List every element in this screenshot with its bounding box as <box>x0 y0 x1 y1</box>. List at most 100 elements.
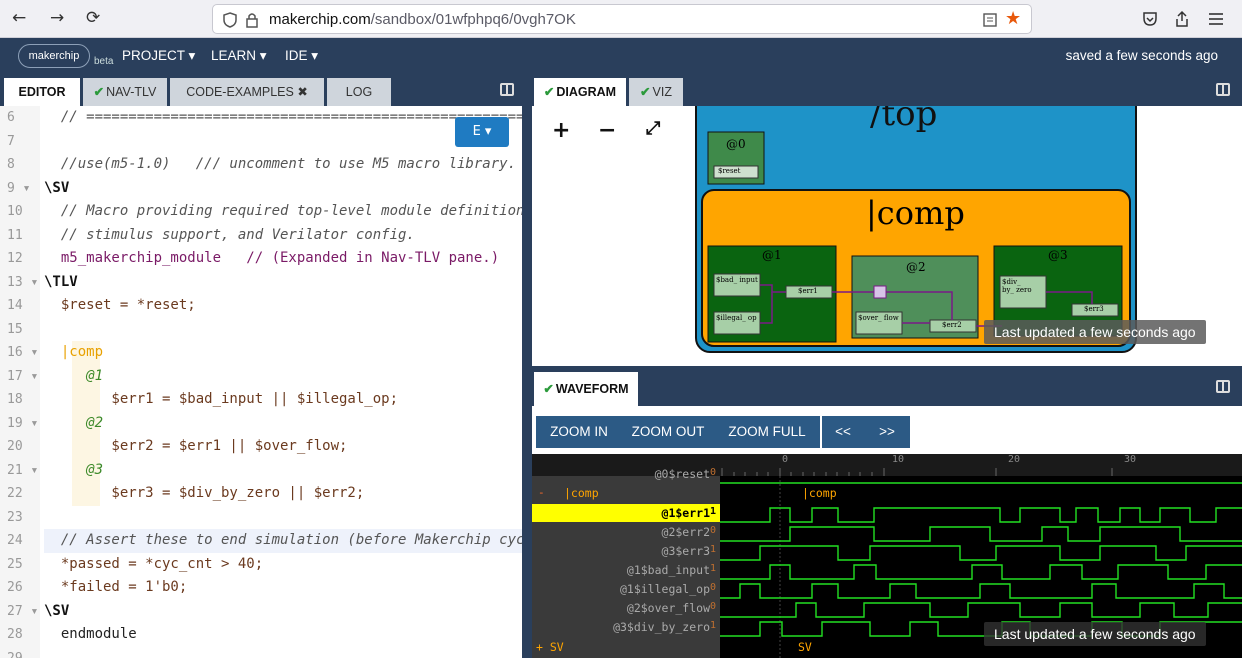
signal-name[interactable]: @1$err1 <box>662 506 710 520</box>
stage1-label: @1 <box>762 248 782 262</box>
line-number: 24 <box>0 529 40 553</box>
line-number: 29 <box>0 646 40 658</box>
check-icon: ✔ <box>93 85 105 99</box>
menu-ide[interactable]: IDE ▾ <box>285 48 318 64</box>
stage3-label: @3 <box>1048 248 1068 262</box>
url-bar[interactable]: makerchip.com/sandbox/01wfphpq6/0vgh7OK … <box>212 4 1032 34</box>
tab-log[interactable]: LOG <box>327 78 391 106</box>
code-line: $reset = *reset; <box>44 297 196 313</box>
line-number: 19 ▾ <box>0 411 40 435</box>
code-line: endmodule <box>44 626 137 642</box>
code-line: @2 <box>44 414 104 431</box>
hamburger-menu-icon[interactable] <box>1208 12 1224 26</box>
bookmark-star-icon[interactable]: ★ <box>1005 8 1021 29</box>
top-label: /top <box>870 106 938 134</box>
shield-icon <box>223 12 237 28</box>
editor-tabbar: EDITOR ✔ NAV-TLV CODE-EXAMPLES ✖ LOG <box>0 74 526 106</box>
code-line: @3 <box>44 461 104 478</box>
scroll-right-button[interactable]: >> <box>864 416 910 448</box>
signal-value: 0 <box>710 467 717 478</box>
code-line: $err2 = $err1 || $over_flow; <box>44 438 348 454</box>
back-icon[interactable]: ← <box>12 8 26 28</box>
reader-view-icon[interactable] <box>983 13 997 27</box>
pocket-icon[interactable] <box>1142 11 1158 27</box>
check-icon: ✔ <box>640 85 651 99</box>
code-line: // Macro providing required top-level mo… <box>60 203 522 219</box>
line-number: 20 <box>0 435 40 459</box>
forward-icon[interactable]: → <box>50 8 64 28</box>
zoom-full-button[interactable]: ZOOM FULL <box>714 416 820 448</box>
pane-divider[interactable] <box>522 74 532 658</box>
code-line: \SV <box>44 602 70 619</box>
line-number: 22 <box>0 482 40 506</box>
line-number: 27 ▾ <box>0 599 40 623</box>
pane-layout-icon[interactable] <box>1216 380 1230 393</box>
scroll-left-button[interactable]: << <box>822 416 864 448</box>
line-number: 12 <box>0 247 40 271</box>
line-number: 28 <box>0 623 40 647</box>
code-line: // stimulus support, and Verilator confi… <box>44 226 415 243</box>
editor-options-button[interactable]: E ▾ <box>455 117 509 147</box>
signal-value: 1 <box>710 506 717 517</box>
makerchip-logo[interactable]: makerchip <box>18 44 90 68</box>
comp-label: |comp <box>866 194 965 232</box>
app-menubar: makerchip beta PROJECT ▾ LEARN ▾ IDE ▾ s… <box>0 38 1242 74</box>
browser-toolbar: ← → ⟳ makerchip.com/sandbox/01wfphpq6/0v… <box>0 0 1242 38</box>
wave-over-flow <box>720 602 1242 618</box>
signal-name[interactable]: @2$over_flow <box>627 601 710 615</box>
menu-project[interactable]: PROJECT ▾ <box>122 48 195 64</box>
tab-viz[interactable]: ✔ VIZ <box>629 78 683 106</box>
tab-nav-tlv[interactable]: ✔ NAV-TLV <box>83 78 167 106</box>
tab-code-examples[interactable]: CODE-EXAMPLES ✖ <box>170 78 324 106</box>
signal-name[interactable]: @2$err2 <box>662 525 710 539</box>
tab-diagram[interactable]: ✔ DIAGRAM <box>534 78 626 106</box>
reload-icon[interactable]: ⟳ <box>86 8 100 28</box>
url-text: makerchip.com/sandbox/01wfphpq6/0vgh7OK <box>269 11 576 28</box>
illegal-op-label: $illegal_ op <box>716 314 757 322</box>
signal-name[interactable]: @1$illegal_op <box>620 582 710 596</box>
over-flow-label: $over_ flow <box>858 314 899 322</box>
pane-layout-icon[interactable] <box>500 83 514 96</box>
line-number: 7 <box>0 129 40 153</box>
scope-sv-label[interactable]: + SV <box>536 640 564 654</box>
code-line: // =====================================… <box>44 109 522 125</box>
signal-value: 0 <box>710 525 717 536</box>
err2-label: $err2 <box>942 321 962 329</box>
tab-editor[interactable]: EDITOR <box>4 78 80 106</box>
signal-name[interactable]: @0$reset <box>655 467 710 481</box>
line-number: 11 <box>0 223 40 247</box>
code-editor[interactable]: 6 // ===================================… <box>0 106 522 658</box>
pipe-flop-1 <box>873 285 887 299</box>
share-icon[interactable] <box>1174 10 1190 28</box>
bad-input-label: $bad_ input <box>716 276 758 284</box>
code-line: // Assert these to end simulation (befor… <box>60 532 522 548</box>
waveform-update-toast: Last updated a few seconds ago <box>984 622 1206 646</box>
diagram-view[interactable]: + − ⤢ /top @0 $reset |comp @1 @2 @3 $bad… <box>532 106 1242 366</box>
zoom-out-button[interactable]: ZOOM OUT <box>622 416 714 448</box>
diagram-tabbar: ✔ DIAGRAM ✔ VIZ <box>532 74 1242 106</box>
signal-value: 0 <box>710 601 717 612</box>
wave-err2 <box>720 526 1242 542</box>
line-number: 14 <box>0 294 40 318</box>
line-number: 21 ▾ <box>0 458 40 482</box>
diagram-update-toast: Last updated a few seconds ago <box>984 320 1206 344</box>
menu-learn[interactable]: LEARN ▾ <box>211 48 267 64</box>
signal-name[interactable]: @3$err3 <box>662 544 710 558</box>
line-number: 13 ▾ <box>0 270 40 294</box>
pane-layout-icon[interactable] <box>1216 83 1230 96</box>
signal-name[interactable]: @1$bad_input <box>627 563 710 577</box>
code-line: *passed = *cyc_cnt > 40; <box>44 555 264 572</box>
line-number: 16 ▾ <box>0 341 40 365</box>
signal-name[interactable]: @3$div_by_zero <box>613 620 710 634</box>
tab-waveform[interactable]: ✔ WAVEFORM <box>534 372 638 406</box>
signal-waves <box>720 482 1242 637</box>
scope-label[interactable]: |comp <box>564 486 599 500</box>
code-line: |comp <box>44 344 104 360</box>
line-number: 10 <box>0 200 40 224</box>
zoom-in-button[interactable]: ZOOM IN <box>536 416 622 448</box>
collapse-icon[interactable]: - <box>538 486 545 499</box>
line-number: 8 <box>0 153 40 177</box>
waveform-pane: ZOOM IN ZOOM OUT ZOOM FULL << >> 0 10 20… <box>532 406 1242 658</box>
code-line: $err3 = $div_by_zero || $err2; <box>44 485 365 501</box>
signal-value: 1 <box>710 544 717 555</box>
